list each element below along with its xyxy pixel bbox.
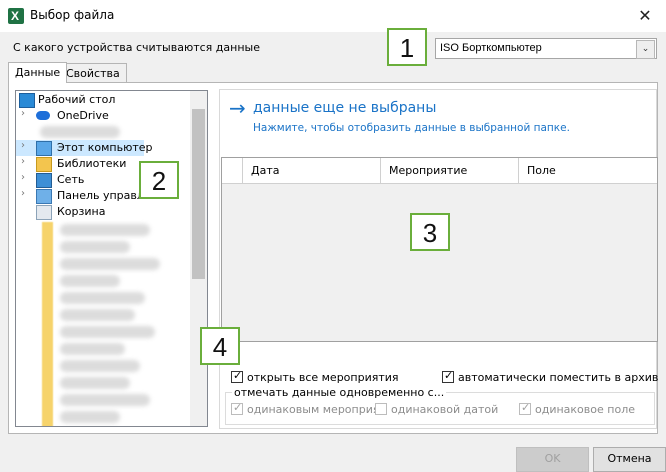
recycle-bin-icon	[36, 205, 52, 220]
callout-2: 2	[139, 161, 179, 199]
network-icon	[36, 173, 52, 188]
tree-item-label: Корзина	[57, 205, 106, 218]
chevron-right-icon[interactable]: ›	[21, 140, 25, 151]
blurred-item	[60, 377, 130, 389]
device-select-value: ISO Борткомпьютер	[440, 42, 542, 54]
chevron-down-icon[interactable]: ⌄	[636, 40, 655, 59]
blurred-item	[40, 126, 120, 138]
blurred-item	[60, 224, 150, 236]
same-date-checkbox[interactable]	[375, 403, 387, 415]
open-all-events-label: открыть все мероприятия	[247, 371, 399, 384]
tree-item-label: Библиотеки	[57, 157, 127, 170]
grid-header: Дата Мероприятие Поле	[222, 158, 657, 184]
window-title: Выбор файла	[30, 8, 115, 22]
no-data-title[interactable]: данные еще не выбраны	[253, 100, 436, 116]
tree-item-label: Этот компьютер	[57, 141, 153, 154]
blurred-item	[60, 411, 120, 423]
chevron-right-icon[interactable]: ›	[21, 172, 25, 183]
open-all-events-checkbox[interactable]	[231, 369, 243, 383]
blurred-item	[60, 258, 160, 270]
same-event-checkbox[interactable]	[231, 401, 243, 415]
cancel-button[interactable]: Отмена	[593, 447, 666, 472]
callout-3: 3	[410, 213, 450, 251]
tree-scrollbar-thumb[interactable]	[192, 109, 205, 279]
auto-archive-label: автоматически поместить в архив	[458, 371, 659, 384]
no-data-hint[interactable]: Нажмите, чтобы отобразить данные в выбра…	[253, 122, 570, 134]
blurred-item	[60, 360, 140, 372]
ok-button[interactable]: OK	[516, 447, 589, 472]
folder-tree[interactable]: Рабочий стол › OneDrive › Этот компьютер…	[15, 90, 208, 427]
folder-icon-column	[42, 222, 53, 426]
arrow-right-icon: →	[229, 96, 246, 120]
tree-item-onedrive[interactable]: › OneDrive	[16, 108, 206, 124]
blurred-item	[60, 394, 150, 406]
tree-item-desktop[interactable]: Рабочий стол	[16, 92, 206, 108]
column-field[interactable]: Поле	[518, 158, 657, 184]
tree-item-recycle-bin[interactable]: Корзина	[16, 204, 206, 220]
grid-row-header	[222, 158, 242, 184]
excel-app-icon: X	[8, 8, 24, 24]
column-event[interactable]: Мероприятие	[380, 158, 518, 184]
close-icon[interactable]: ✕	[626, 2, 664, 30]
tree-item-label: Сеть	[57, 173, 85, 186]
tree-item-label: Рабочий стол	[38, 93, 116, 106]
auto-archive-checkbox[interactable]	[442, 369, 454, 383]
tree-item-this-pc[interactable]: › Этот компьютер	[16, 140, 153, 156]
control-panel-icon	[36, 189, 52, 204]
same-date-label: одинаковой датой	[391, 403, 499, 416]
blurred-item	[60, 292, 145, 304]
blurred-item	[60, 309, 135, 321]
blurred-item	[60, 343, 125, 355]
callout-1: 1	[387, 28, 427, 66]
same-field-checkbox[interactable]	[519, 401, 531, 415]
device-label: С какого устройства считываются данные	[13, 41, 260, 54]
same-event-label: одинаковым мероприят	[247, 403, 386, 416]
column-date[interactable]: Дата	[242, 158, 380, 184]
blurred-item	[60, 241, 130, 253]
tree-item-label: OneDrive	[57, 109, 109, 122]
callout-4: 4	[200, 327, 240, 365]
tree-item-label: Панель управле	[57, 189, 151, 202]
chevron-right-icon[interactable]: ›	[21, 188, 25, 199]
same-field-label: одинаковое поле	[535, 403, 635, 416]
tab-properties[interactable]: Свойства	[59, 63, 127, 82]
chevron-right-icon[interactable]: ›	[21, 156, 25, 167]
tab-data[interactable]: Данные	[8, 62, 68, 83]
app-icon-letter: X	[11, 9, 20, 23]
device-select[interactable]: ISO Борткомпьютер ⌄	[435, 38, 657, 59]
computer-icon	[36, 141, 52, 156]
cloud-icon	[36, 111, 50, 120]
library-icon	[36, 157, 52, 172]
blurred-item	[60, 275, 120, 287]
chevron-right-icon[interactable]: ›	[21, 108, 25, 119]
desktop-icon	[19, 93, 35, 108]
blurred-item	[60, 326, 155, 338]
mark-together-caption: отмечать данные одновременно с...	[232, 386, 447, 399]
